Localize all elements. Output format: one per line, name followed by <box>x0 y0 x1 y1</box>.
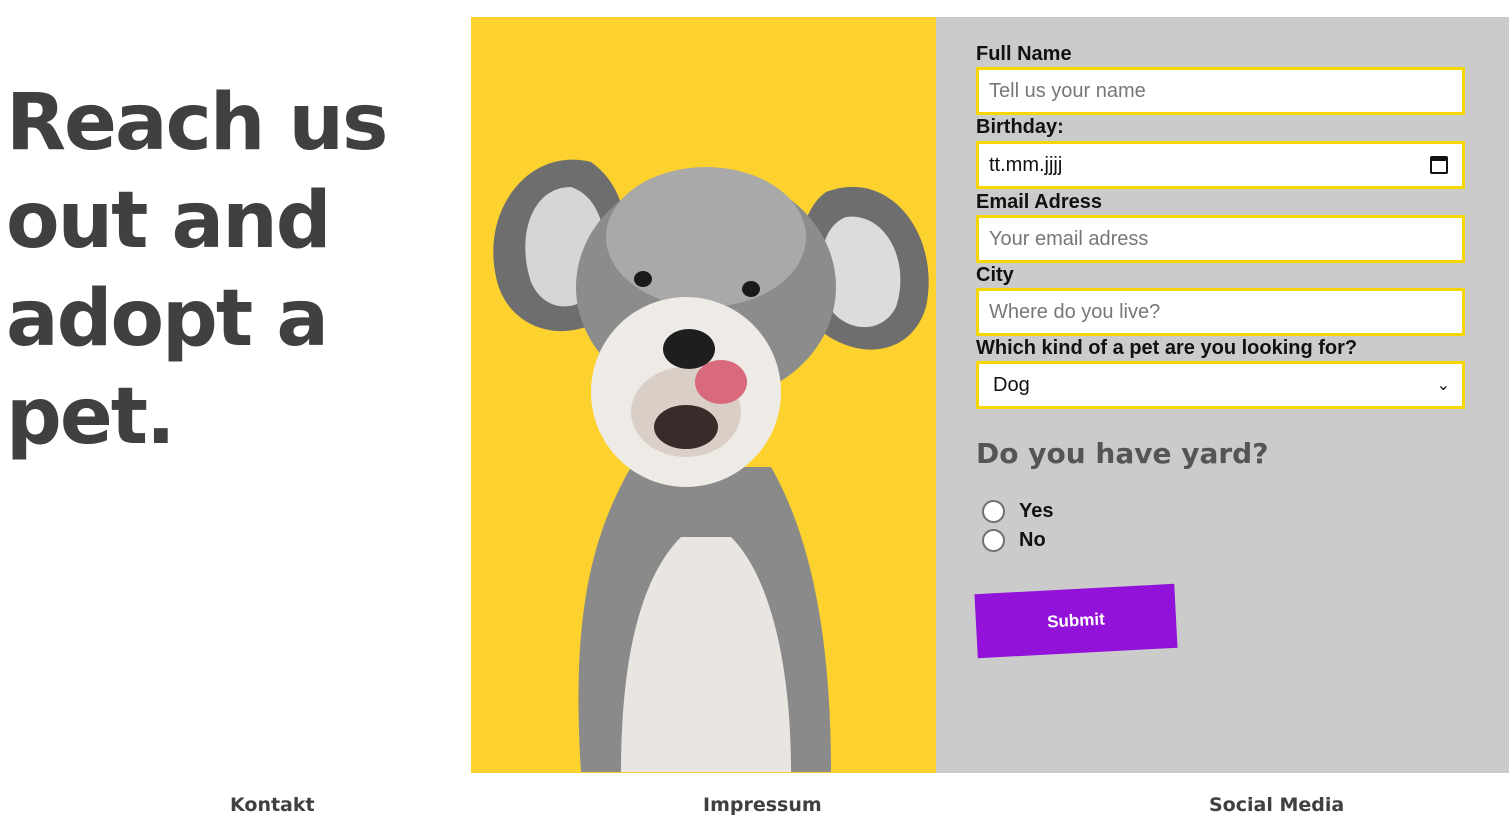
pet-type-value: Dog <box>993 373 1030 396</box>
adoption-form: Full Name Birthday: tt.mm.jjjj Email Adr… <box>936 17 1509 773</box>
email-field[interactable] <box>976 215 1465 263</box>
yard-option-yes[interactable]: Yes <box>982 500 1053 523</box>
dog-photo <box>471 17 936 773</box>
calendar-icon[interactable] <box>1430 156 1448 174</box>
birthday-value: tt.mm.jjjj <box>989 153 1063 176</box>
radio-no-label: No <box>1019 529 1046 551</box>
email-label: Email Adress <box>976 191 1102 213</box>
city-input[interactable] <box>989 291 1452 333</box>
radio-yes[interactable] <box>982 500 1005 523</box>
hero-heading: Reach us out and adopt a pet. <box>6 78 388 462</box>
footer-link-social-media[interactable]: Social Media <box>1209 794 1344 816</box>
pet-type-label: Which kind of a pet are you looking for? <box>976 337 1358 359</box>
city-field[interactable] <box>976 288 1465 336</box>
submit-button[interactable]: Submit <box>974 583 1178 659</box>
radio-yes-label: Yes <box>1019 500 1054 522</box>
footer-link-impressum[interactable]: Impressum <box>703 794 822 816</box>
radio-no[interactable] <box>982 529 1005 552</box>
full-name-input[interactable] <box>989 70 1452 112</box>
yard-question: Do you have yard? <box>976 437 1269 470</box>
full-name-field[interactable] <box>976 67 1465 115</box>
birthday-label: Birthday: <box>976 116 1064 138</box>
email-input[interactable] <box>989 218 1452 260</box>
city-label: City <box>976 264 1014 286</box>
birthday-field[interactable]: tt.mm.jjjj <box>976 141 1465 189</box>
chevron-down-icon: ⌄ <box>1436 377 1450 394</box>
full-name-label: Full Name <box>976 43 1072 65</box>
yard-option-no[interactable]: No <box>982 529 1046 552</box>
footer-link-kontakt[interactable]: Kontakt <box>230 794 315 816</box>
pet-type-select[interactable]: Dog ⌄ <box>976 361 1465 409</box>
